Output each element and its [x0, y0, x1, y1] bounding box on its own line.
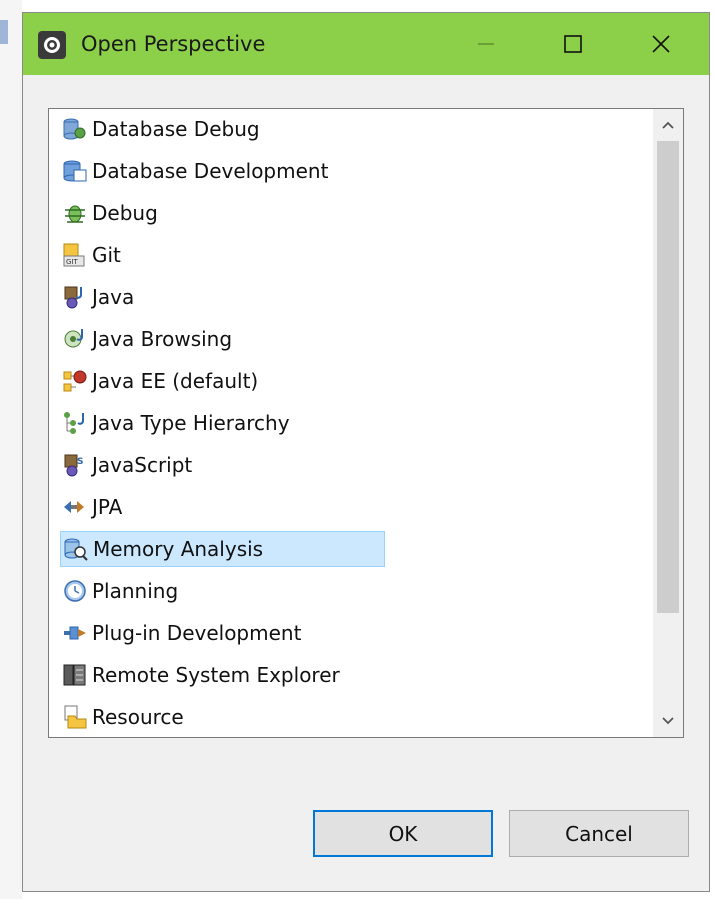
- list-item-label: JavaScript: [92, 453, 193, 477]
- jpa-icon: [64, 501, 84, 513]
- javascript-icon: S: [64, 454, 83, 477]
- close-button[interactable]: [638, 19, 684, 69]
- scroll-down-button[interactable]: [653, 705, 683, 737]
- list-item-database-debug[interactable]: Database Debug: [60, 111, 260, 147]
- list-item-java-type-hierarchy[interactable]: Java Type Hierarchy: [60, 405, 290, 441]
- background-strip: [0, 0, 22, 899]
- list-item-label: Debug: [92, 201, 158, 225]
- list-item-java-ee[interactable]: Java EE (default): [60, 363, 258, 399]
- plugin-development-icon: [64, 626, 86, 640]
- list-item-label: Resource: [92, 705, 184, 729]
- list-item-label: Memory Analysis: [93, 537, 264, 561]
- git-icon: GIT: [63, 243, 85, 267]
- list-item-label: Java Browsing: [92, 327, 233, 351]
- resource-folder-icon: [64, 705, 87, 729]
- planning-clock-icon: [64, 580, 86, 602]
- list-item-git[interactable]: GIT Git: [60, 237, 121, 273]
- list-item-java-browsing[interactable]: Java Browsing: [60, 321, 232, 357]
- list-item-label: Java Type Hierarchy: [92, 411, 290, 435]
- list-item-database-development[interactable]: Database Development: [60, 153, 328, 189]
- memory-analysis-icon: [64, 538, 88, 561]
- list-item-jpa[interactable]: JPA: [60, 489, 122, 525]
- list-item-label: Git: [92, 243, 121, 267]
- list-item-java[interactable]: Java: [60, 279, 134, 315]
- close-icon: [652, 35, 670, 53]
- title-bar[interactable]: Open Perspective: [23, 13, 709, 75]
- scrollbar-thumb[interactable]: [657, 141, 679, 613]
- remote-system-explorer-icon: [63, 664, 86, 686]
- cancel-button[interactable]: Cancel: [509, 810, 689, 857]
- list-item-javascript[interactable]: S JavaScript: [60, 447, 192, 483]
- minimize-button[interactable]: [463, 19, 509, 69]
- list-item-planning[interactable]: Planning: [60, 573, 178, 609]
- list-item-label: Database Development: [92, 159, 329, 183]
- svg-text:GIT: GIT: [66, 258, 78, 266]
- list-item-label: Database Debug: [92, 117, 260, 141]
- scroll-up-button[interactable]: [653, 109, 683, 141]
- java-browsing-icon: [64, 329, 83, 348]
- ok-button[interactable]: OK: [313, 810, 493, 857]
- background-accent: [0, 20, 8, 44]
- list-item-label: Plug-in Development: [92, 621, 302, 645]
- java-icon: [64, 286, 82, 309]
- java-type-hierarchy-icon: [64, 412, 84, 434]
- debug-bug-icon: [65, 205, 85, 223]
- list-item-debug[interactable]: Debug: [60, 195, 158, 231]
- list-item-remote-system-explorer[interactable]: Remote System Explorer: [60, 657, 340, 693]
- chevron-up-icon: [662, 121, 674, 129]
- java-ee-icon: [63, 370, 87, 392]
- maximize-icon: [564, 35, 582, 53]
- vertical-scrollbar[interactable]: [653, 109, 683, 737]
- svg-text:S: S: [77, 457, 83, 467]
- chevron-down-icon: [662, 717, 674, 725]
- maximize-button[interactable]: [550, 19, 596, 69]
- list-item-memory-analysis[interactable]: Memory Analysis: [60, 531, 385, 567]
- list-item-label: Remote System Explorer: [92, 663, 340, 687]
- list-item-label: JPA: [92, 495, 123, 519]
- database-development-icon: [63, 160, 87, 182]
- list-item-label: Planning: [92, 579, 179, 603]
- list-item-label: Java EE (default): [92, 369, 259, 393]
- eclipse-app-icon: [38, 31, 66, 59]
- open-perspective-dialog: Open Perspective Database Debug Database…: [22, 12, 710, 892]
- perspective-list[interactable]: Database Debug Database Development Debu…: [48, 108, 684, 738]
- list-item-resource[interactable]: Resource: [60, 699, 184, 735]
- list-item-label: Java: [92, 285, 135, 309]
- database-debug-icon: [63, 118, 86, 140]
- dialog-title: Open Perspective: [81, 32, 266, 56]
- list-item-plug-in-development[interactable]: Plug-in Development: [60, 615, 301, 651]
- minimize-icon: [478, 43, 494, 45]
